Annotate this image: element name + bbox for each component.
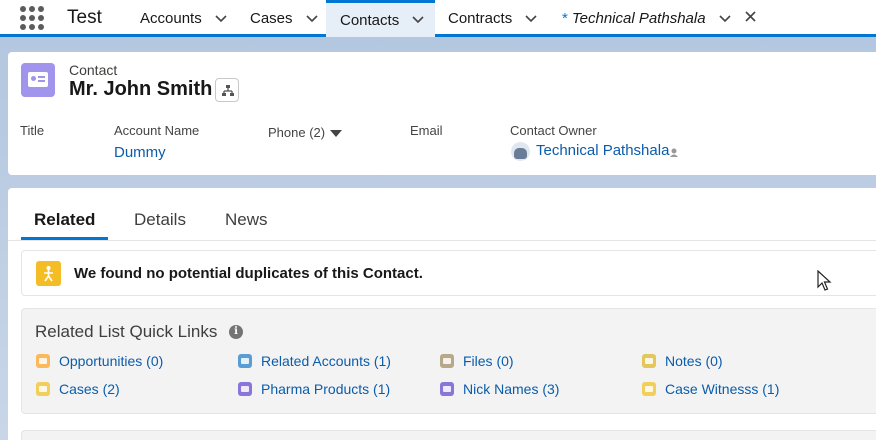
owner-avatar [511, 142, 530, 161]
quick-link-case-witnesss[interactable]: Case Witnesss (1) [642, 381, 779, 397]
quick-links-title: Related List Quick Links [35, 322, 218, 341]
quick-link-label: Notes (0) [665, 353, 723, 369]
caret-down-icon[interactable] [330, 130, 342, 137]
quick-link-cases[interactable]: Cases (2) [36, 381, 120, 397]
account-icon [238, 354, 252, 368]
quick-link-nick-names[interactable]: Nick Names (3) [440, 381, 559, 397]
quick-link-label: Files (0) [463, 353, 514, 369]
note-icon [642, 354, 656, 368]
tab-news[interactable]: News [225, 210, 268, 230]
tab-label: Technical Pathshala [571, 10, 706, 27]
tab-details[interactable]: Details [134, 210, 186, 230]
email-label: Email [410, 123, 443, 138]
mouse-cursor-icon [817, 270, 832, 291]
duplicate-message: We found no potential duplicates of this… [74, 265, 423, 282]
quick-link-files[interactable]: Files (0) [440, 353, 514, 369]
chevron-down-icon[interactable] [215, 14, 227, 24]
tab-label: Contacts [340, 11, 400, 29]
chevron-down-icon[interactable] [305, 14, 318, 24]
quick-link-label: Pharma Products (1) [261, 381, 391, 397]
close-icon[interactable] [744, 10, 757, 28]
tab-related[interactable]: Related [34, 210, 95, 230]
hierarchy-icon [222, 85, 234, 96]
custom-object-icon [238, 382, 252, 396]
record-tabs: Related Details News [8, 188, 876, 241]
account-name-label: Account Name [114, 123, 200, 138]
quick-link-opportunities[interactable]: Opportunities (0) [36, 353, 163, 369]
tab-label: Accounts [140, 10, 202, 27]
change-owner-icon[interactable] [669, 147, 680, 158]
title-label: Title [20, 123, 45, 138]
case-icon [36, 382, 50, 396]
contact-owner-link[interactable]: Technical Pathshala [536, 142, 669, 159]
object-type: Contact [69, 62, 118, 78]
quick-link-label: Related Accounts (1) [261, 353, 391, 369]
next-related-list [21, 430, 876, 440]
info-icon[interactable]: i [229, 325, 243, 339]
tab-contracts[interactable]: Contracts [448, 0, 537, 37]
file-icon [440, 354, 454, 368]
opportunity-icon [36, 354, 50, 368]
tab-label: Contracts [448, 10, 513, 27]
chevron-down-icon[interactable] [525, 14, 537, 24]
duplicate-warning-icon [36, 261, 61, 286]
chevron-down-icon[interactable] [718, 14, 731, 24]
record-name: Mr. John Smith [69, 78, 213, 100]
quick-link-label: Cases (2) [59, 381, 120, 397]
quick-link-related-accounts[interactable]: Related Accounts (1) [238, 353, 391, 369]
tab-label: Cases [250, 10, 293, 27]
duplicate-check-card: We found no potential duplicates of this… [21, 250, 876, 296]
quick-link-label: Case Witnesss (1) [665, 381, 780, 397]
hierarchy-button[interactable] [215, 78, 239, 102]
custom-object-icon [440, 382, 454, 396]
account-name-link[interactable]: Dummy [114, 144, 166, 161]
app-name: Test [67, 7, 102, 28]
record-header: Contact Mr. John Smith Title Account Nam… [8, 52, 876, 175]
contact-icon [21, 63, 55, 97]
quick-link-pharma-products[interactable]: Pharma Products (1) [238, 381, 390, 397]
chevron-down-icon[interactable] [412, 15, 424, 25]
phone-label[interactable]: Phone (2) [268, 125, 325, 140]
top-navigation: Test Accounts Cases Contacts Contracts *… [0, 0, 876, 37]
case-icon [642, 382, 656, 396]
contact-owner-label: Contact Owner [510, 123, 597, 138]
tab-contacts[interactable]: Contacts [326, 0, 435, 37]
tab-accounts[interactable]: Accounts [140, 0, 227, 37]
quick-link-label: Nick Names (3) [463, 381, 560, 397]
tab-cases[interactable]: Cases [250, 0, 318, 37]
active-tab-indicator [21, 237, 108, 240]
related-list-quick-links: Related List Quick Links i Opportunities… [21, 308, 876, 414]
tab-technical-pathshala[interactable]: * Technical Pathshala [562, 0, 757, 37]
record-body: Related Details News We found no potenti… [8, 188, 876, 440]
unsaved-indicator: * [562, 10, 568, 27]
quick-link-label: Opportunities (0) [59, 353, 164, 369]
quick-link-notes[interactable]: Notes (0) [642, 353, 723, 369]
app-launcher-icon[interactable] [20, 6, 44, 30]
